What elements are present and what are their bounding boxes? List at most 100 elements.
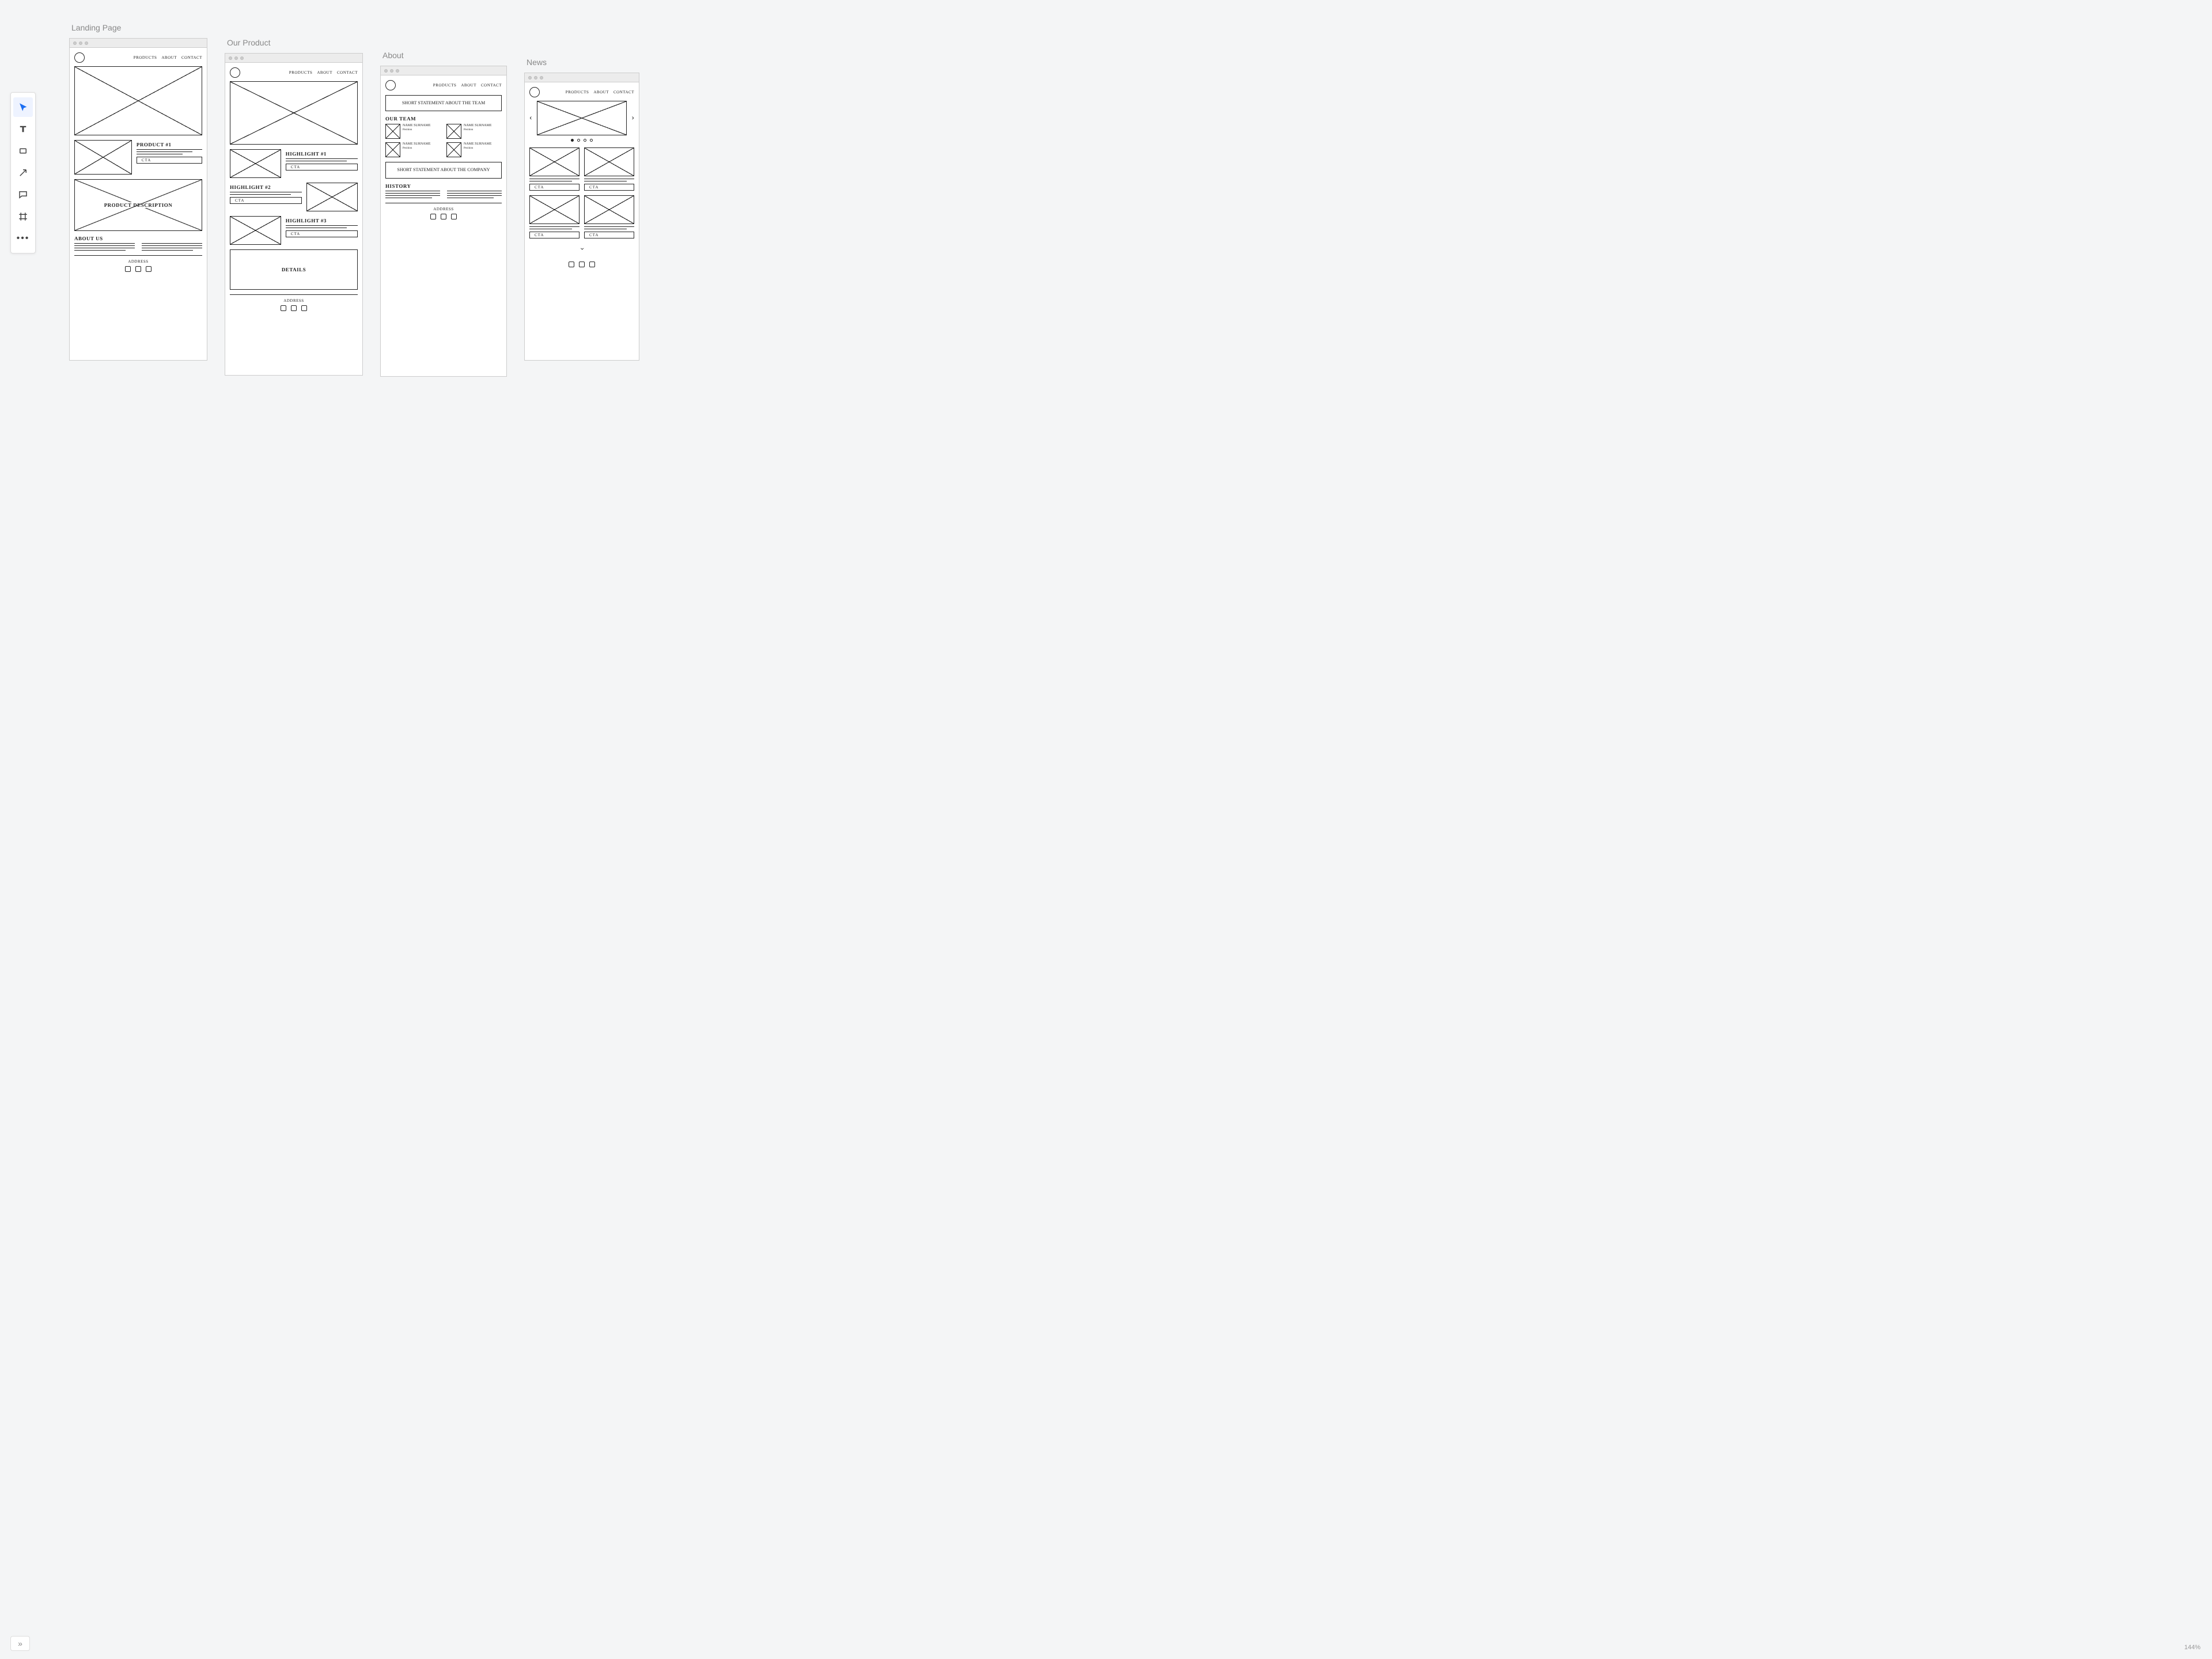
product-desc-label: Product Description xyxy=(102,202,175,208)
artboard-about[interactable]: Products About Contact Short statement a… xyxy=(380,66,507,377)
board-title-landing[interactable]: Landing Page xyxy=(71,23,207,32)
nav-link-about[interactable]: About xyxy=(461,83,476,88)
news-cta[interactable]: CTA xyxy=(529,184,579,191)
news-cta[interactable]: CTA xyxy=(584,232,634,238)
social-icon[interactable] xyxy=(441,214,446,219)
nav-link-products[interactable]: Products xyxy=(289,70,313,75)
social-icon[interactable] xyxy=(125,266,131,272)
highlight2-image-placeholder xyxy=(306,183,358,211)
carousel-prev-icon[interactable]: ‹ xyxy=(529,113,532,123)
logo-icon xyxy=(385,80,396,90)
logo-icon xyxy=(230,67,240,78)
about-us-label: About Us xyxy=(74,236,202,241)
artboard-news[interactable]: Products About Contact ‹ › xyxy=(524,73,639,361)
news-image-placeholder xyxy=(584,147,634,176)
nav-links: Products About Contact xyxy=(134,55,202,60)
nav-link-about[interactable]: About xyxy=(161,55,177,60)
logo-icon xyxy=(529,87,540,97)
tool-arrow[interactable] xyxy=(13,163,33,183)
company-statement: Short statement about the company xyxy=(386,162,501,177)
nav-link-products[interactable]: Products xyxy=(134,55,157,60)
window-bar xyxy=(70,39,207,48)
window-bar xyxy=(225,54,362,63)
tool-shape[interactable] xyxy=(13,141,33,161)
news-image-placeholder xyxy=(584,195,634,224)
highlight2-cta[interactable]: CTA xyxy=(230,197,302,204)
team-member: Name SurnamePosition xyxy=(385,124,441,139)
nav-link-contact[interactable]: Contact xyxy=(613,90,634,94)
product1-image-placeholder xyxy=(74,140,132,175)
nav-link-contact[interactable]: Contact xyxy=(337,70,358,75)
social-icon[interactable] xyxy=(291,305,297,311)
history-label: History xyxy=(385,183,502,189)
pager-dot[interactable] xyxy=(590,139,593,142)
pager-dot[interactable] xyxy=(584,139,586,142)
pager-dot[interactable] xyxy=(571,139,574,142)
nav-link-contact[interactable]: Contact xyxy=(181,55,202,60)
nav-link-about[interactable]: About xyxy=(317,70,332,75)
board-title-product[interactable]: Our Product xyxy=(227,38,363,47)
team-statement: Short statement about the team xyxy=(386,96,501,111)
news-cta[interactable]: CTA xyxy=(584,184,634,191)
board-title-about[interactable]: About xyxy=(382,51,507,60)
window-bar xyxy=(381,66,506,75)
social-icon[interactable] xyxy=(579,262,585,267)
our-team-label: Our Team xyxy=(385,116,502,122)
social-icon[interactable] xyxy=(146,266,151,272)
highlight2-label: Highlight #2 xyxy=(230,184,302,190)
nav-link-about[interactable]: About xyxy=(593,90,609,94)
nav-link-products[interactable]: Products xyxy=(433,83,457,88)
tool-select[interactable] xyxy=(13,97,33,117)
social-icon[interactable] xyxy=(569,262,574,267)
product-desc-image-placeholder: Product Description xyxy=(74,179,202,231)
zoom-indicator[interactable]: 144% xyxy=(2184,1644,2200,1651)
chevron-down-icon[interactable]: › xyxy=(577,248,586,251)
team-member: Name SurnamePosition xyxy=(385,142,441,157)
highlight3-cta[interactable]: CTA xyxy=(286,230,358,237)
details-label: Details xyxy=(282,267,306,272)
carousel-next-icon[interactable]: › xyxy=(631,113,634,123)
artboard-product[interactable]: Products About Contact Highlight #1 CTA xyxy=(225,53,363,376)
highlight3-image-placeholder xyxy=(230,216,281,245)
design-canvas[interactable]: ••• Landing Page Products About Contact xyxy=(0,0,2212,1659)
footer-address-label: Address xyxy=(385,207,502,211)
hero-image-placeholder xyxy=(74,66,202,135)
tool-more[interactable]: ••• xyxy=(13,229,33,248)
news-image-placeholder xyxy=(529,147,579,176)
carousel-image-placeholder xyxy=(537,101,627,135)
footer-address-label: Address xyxy=(230,298,358,303)
social-icon[interactable] xyxy=(301,305,307,311)
pager-dot[interactable] xyxy=(577,139,580,142)
social-icon[interactable] xyxy=(135,266,141,272)
social-icon[interactable] xyxy=(430,214,436,219)
highlight1-label: Highlight #1 xyxy=(286,151,358,157)
hero-image-placeholder xyxy=(230,81,358,145)
artboard-landing[interactable]: Products About Contact Product #1 CTA xyxy=(69,38,207,361)
product1-label: Product #1 xyxy=(137,142,202,147)
social-icon[interactable] xyxy=(451,214,457,219)
highlight1-image-placeholder xyxy=(230,149,281,178)
social-icon[interactable] xyxy=(281,305,286,311)
carousel-pager xyxy=(529,139,634,142)
logo-icon xyxy=(74,52,85,63)
artboard-row: Landing Page Products About Contact xyxy=(69,23,2177,377)
team-member: Name SurnamePosition xyxy=(446,124,502,139)
tool-comment[interactable] xyxy=(13,185,33,204)
news-image-placeholder xyxy=(529,195,579,224)
panel-toggle-button[interactable]: » xyxy=(10,1636,30,1651)
tool-frame[interactable] xyxy=(13,207,33,226)
toolbox: ••• xyxy=(10,92,36,253)
highlight3-label: Highlight #3 xyxy=(286,218,358,224)
social-icon[interactable] xyxy=(589,262,595,267)
board-title-news[interactable]: News xyxy=(527,58,639,67)
window-bar xyxy=(525,73,639,82)
team-member: Name SurnamePosition xyxy=(446,142,502,157)
news-cta[interactable]: CTA xyxy=(529,232,579,238)
highlight1-cta[interactable]: CTA xyxy=(286,164,358,171)
ellipsis-icon: ••• xyxy=(17,234,30,243)
tool-text[interactable] xyxy=(13,119,33,139)
footer-address-label: Address xyxy=(74,259,202,264)
nav-link-products[interactable]: Products xyxy=(566,90,589,94)
nav-link-contact[interactable]: Contact xyxy=(481,83,502,88)
product1-cta[interactable]: CTA xyxy=(137,157,202,164)
